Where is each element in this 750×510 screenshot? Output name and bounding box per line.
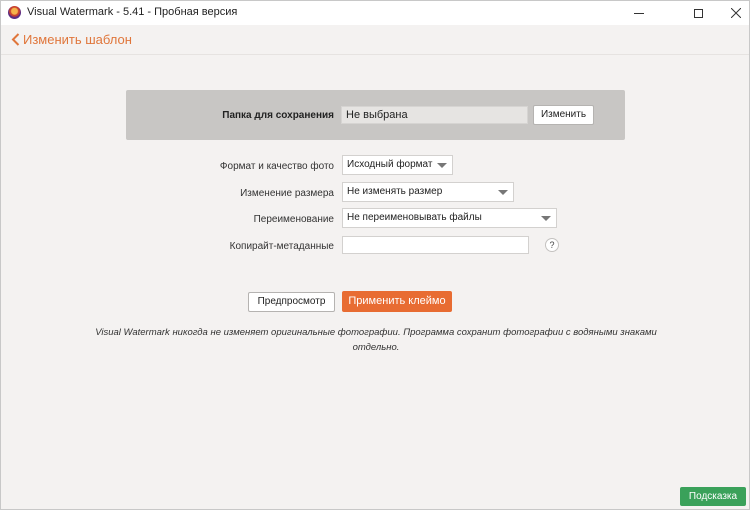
back-link-label: Изменить шаблон [23, 32, 132, 47]
change-folder-button[interactable]: Изменить [533, 105, 594, 125]
copyright-input[interactable] [342, 236, 529, 254]
title-bar: Visual Watermark - 5.41 - Пробная версия [1, 1, 749, 25]
help-button[interactable]: Подсказка [680, 487, 746, 506]
resize-select[interactable]: Не изменять размер [342, 182, 514, 202]
rename-select[interactable]: Не переименовывать файлы [342, 208, 557, 228]
resize-select-value: Не изменять размер [347, 186, 443, 197]
app-window: Visual Watermark - 5.41 - Пробная версия… [0, 0, 750, 510]
back-to-template-link[interactable]: Изменить шаблон [11, 32, 132, 47]
info-note: Visual Watermark никогда не изменяет ори… [95, 327, 657, 353]
format-select[interactable]: Исходный формат [342, 155, 453, 175]
chevron-down-icon [541, 216, 551, 221]
apply-watermark-button[interactable]: Применить клеймо [342, 291, 452, 312]
format-select-value: Исходный формат [347, 159, 433, 170]
minimize-icon [634, 12, 644, 14]
save-folder-field: Не выбрана [341, 106, 528, 124]
minimize-button[interactable] [617, 1, 661, 25]
save-folder-label: Папка для сохранения [222, 110, 334, 121]
chevron-left-icon [11, 33, 20, 46]
format-label: Формат и качество фото [219, 161, 334, 172]
app-logo-icon [8, 6, 21, 19]
close-icon [731, 8, 741, 18]
chevron-down-icon [498, 190, 508, 195]
resize-label: Изменение размера [240, 188, 334, 199]
window-title: Visual Watermark - 5.41 - Пробная версия [27, 6, 238, 18]
close-button[interactable] [714, 1, 750, 25]
save-folder-panel: Папка для сохранения Не выбрана Изменить [126, 90, 625, 140]
maximize-icon [693, 8, 703, 18]
copyright-label: Копирайт-метаданные [229, 241, 334, 252]
page-header: Изменить шаблон [1, 25, 749, 55]
rename-label: Переименование [253, 214, 334, 225]
preview-button[interactable]: Предпросмотр [248, 292, 335, 312]
chevron-down-icon [437, 163, 447, 168]
help-icon[interactable]: ? [545, 238, 559, 252]
rename-select-value: Не переименовывать файлы [347, 212, 482, 223]
